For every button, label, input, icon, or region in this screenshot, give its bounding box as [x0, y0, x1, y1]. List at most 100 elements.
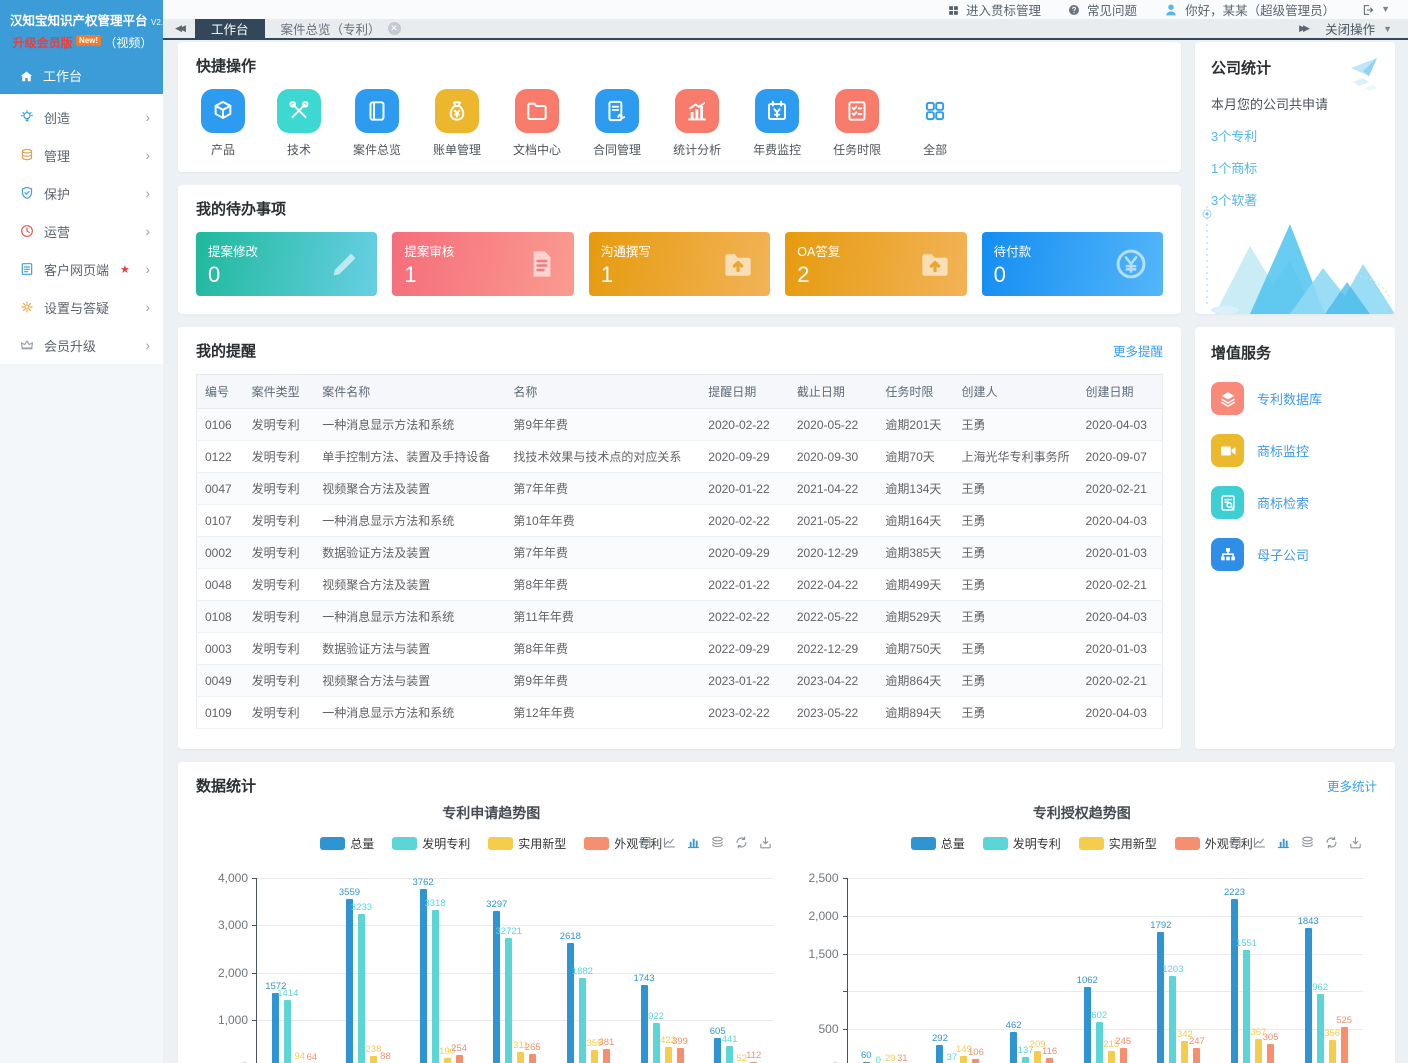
sidebar-item-7[interactable]: 会员升级› — [0, 326, 163, 364]
legend-item[interactable]: 总量 — [320, 835, 374, 852]
service-item-3[interactable]: 商标检索 — [1211, 486, 1379, 519]
quick-action-5[interactable]: 文档中心 — [508, 89, 566, 158]
close-operations-dropdown[interactable]: 关闭操作▼ — [1319, 19, 1408, 38]
table-cell: 发明专利 — [244, 473, 315, 505]
y-axis-label: 1,000 — [218, 1013, 248, 1027]
todo-card-5[interactable]: 待付款0 — [982, 232, 1163, 296]
legend-item[interactable]: 实用新型 — [1079, 835, 1157, 852]
restore-tool-icon[interactable] — [1324, 834, 1339, 850]
bar-总量-2015: 292 — [936, 1045, 943, 1063]
table-cell: 2023-02-22 — [700, 697, 789, 729]
todo-card-1[interactable]: 提案修改0 — [196, 232, 377, 296]
tabs-scroll-left-button[interactable]: ◀◀ — [163, 19, 195, 38]
table-row[interactable]: 0003发明专利数据验证方法与装置第8年年费2022-09-292022-12-… — [197, 633, 1163, 665]
sidebar-item-3[interactable]: 保护› — [0, 174, 163, 212]
reminders-table: 编号案件类型案件名称名称提醒日期截止日期任务时限创建人创建日期 0106发明专利… — [196, 374, 1163, 729]
quick-action-label: 全部 — [923, 141, 947, 158]
tasklist-icon — [844, 98, 870, 124]
chart-patent-grant-trend: 专利授权趋势图总量发明专利实用新型外观专利2,5002,0001,5005000… — [787, 800, 1378, 1063]
quick-action-10[interactable]: 全部 — [908, 89, 962, 158]
faq-link[interactable]: 常见问题 — [1067, 0, 1137, 19]
service-item-1[interactable]: 专利数据库 — [1211, 382, 1379, 415]
legend-item[interactable]: 实用新型 — [488, 835, 566, 852]
tab-case-overview[interactable]: 案件总览（专利）✕ — [265, 19, 417, 38]
bar-实用新型-2017: 215 — [1108, 1051, 1115, 1063]
download-tool-icon[interactable] — [1348, 834, 1363, 850]
linechart-tool-icon[interactable] — [1252, 834, 1267, 850]
download-icon — [758, 835, 773, 850]
logout-button[interactable]: ▼ — [1361, 2, 1390, 17]
table-row[interactable]: 0047发明专利视频聚合方法及装置第7年年费2020-01-222021-04-… — [197, 473, 1163, 505]
quick-action-9[interactable]: 任务时限 — [828, 89, 886, 158]
quick-action-6[interactable]: 合同管理 — [588, 89, 646, 158]
enter-standard-management-link[interactable]: 进入贯标管理 — [947, 0, 1041, 19]
sidebar-item-label: 会员升级 — [44, 336, 96, 355]
quick-action-1[interactable]: 产品 — [196, 89, 250, 158]
download-tool-icon[interactable] — [758, 834, 773, 850]
table-cell: 2020-12-29 — [789, 537, 878, 569]
sidebar-item-6[interactable]: 设置与答疑› — [0, 288, 163, 326]
todo-card-4[interactable]: OA答复2 — [785, 232, 966, 296]
linechart-tool-icon[interactable] — [662, 834, 677, 850]
more-reminders-link[interactable]: 更多提醒 — [1113, 341, 1163, 360]
quick-action-7[interactable]: 统计分析 — [668, 89, 726, 158]
service-item-4[interactable]: 母子公司 — [1211, 538, 1379, 571]
quick-action-2[interactable]: 技术 — [272, 89, 326, 158]
table-row[interactable]: 0002发明专利数据验证方法及装置第7年年费2020-09-292020-12-… — [197, 537, 1163, 569]
table-row[interactable]: 0048发明专利视频聚合方法及装置第8年年费2022-01-222022-04-… — [197, 569, 1163, 601]
table-row[interactable]: 0109发明专利一种消息显示方法和系统第12年年费2023-02-222023-… — [197, 697, 1163, 729]
quick-action-8[interactable]: 年费监控 — [748, 89, 806, 158]
table-row[interactable]: 0049发明专利视频聚合方法与装置第9年年费2023-01-222023-04-… — [197, 665, 1163, 697]
legend-item[interactable]: 发明专利 — [392, 835, 470, 852]
close-icon[interactable]: ✕ — [388, 22, 401, 35]
table-row[interactable]: 0108发明专利一种消息显示方法和系统第11年年费2022-02-222022-… — [197, 601, 1163, 633]
dataview-tool-icon[interactable] — [638, 834, 653, 850]
sidebar-item-5[interactable]: 客户网页端★› — [0, 250, 163, 288]
stack-tool-icon[interactable] — [710, 834, 725, 850]
barchart-tool-icon[interactable] — [1276, 834, 1291, 850]
tabs-scroll-right-button[interactable]: ▶▶ — [1287, 19, 1319, 38]
legend-label: 实用新型 — [518, 835, 566, 852]
tab-workbench[interactable]: 工作台 — [195, 19, 265, 38]
upgrade-member-link[interactable]: 升级会员版 — [13, 36, 73, 50]
sidebar-item-1[interactable]: 创造› — [0, 98, 163, 136]
company-stat-link-1[interactable]: 3个专利 — [1211, 126, 1379, 145]
bar-发明专利-2017: 32721 — [505, 938, 512, 1063]
y-axis-label: 2,000 — [218, 966, 248, 980]
user-menu[interactable]: 你好，某某（超级管理员） — [1163, 0, 1335, 19]
table-row[interactable]: 0122发明专利单手控制方法、装置及手持设备找技术效果与技术点的对应关系2020… — [197, 441, 1163, 473]
service-item-2[interactable]: 商标监控 — [1211, 434, 1379, 467]
sidebar-item-4[interactable]: 运营› — [0, 212, 163, 250]
table-cell: 2022-09-29 — [700, 633, 789, 665]
stack-tool-icon[interactable] — [1300, 834, 1315, 850]
legend-item[interactable]: 发明专利 — [983, 835, 1061, 852]
dataview-tool-icon[interactable] — [1228, 834, 1243, 850]
todo-card-3[interactable]: 沟通撰写1 — [589, 232, 770, 296]
video-link[interactable]: （视频） — [104, 36, 152, 50]
table-cell: 2020-04-03 — [1078, 409, 1163, 441]
table-cell: 2023-01-22 — [700, 665, 789, 697]
stack-icon — [710, 835, 725, 850]
restore-tool-icon[interactable] — [734, 834, 749, 850]
company-stat-link-2[interactable]: 1个商标 — [1211, 158, 1379, 177]
table-cell: 发明专利 — [244, 633, 315, 665]
table-cell: 第9年年费 — [505, 665, 700, 697]
barchart-tool-icon[interactable] — [686, 834, 701, 850]
table-row[interactable]: 0107发明专利一种消息显示方法和系统第10年年费2020-02-222021-… — [197, 505, 1163, 537]
bar-外观专利-2018: 247 — [1193, 1048, 1200, 1063]
table-cell: 2020-01-03 — [1078, 537, 1163, 569]
table-row[interactable]: 0106发明专利一种消息显示方法和系统第9年年费2020-02-222020-0… — [197, 409, 1163, 441]
sidebar-item-2[interactable]: 管理› — [0, 136, 163, 174]
bar-发明专利-2020: 962 — [1317, 994, 1324, 1063]
chart-patent-application-trend: 专利申请趋势图总量发明专利实用新型外观专利4,0003,0002,0001,00… — [196, 800, 787, 1063]
more-statistics-link[interactable]: 更多统计 — [1327, 776, 1377, 795]
bar-group: 329732721311265 — [478, 878, 552, 1063]
quick-action-3[interactable]: 案件总览 — [348, 89, 406, 158]
quick-action-4[interactable]: 账单管理 — [428, 89, 486, 158]
legend-item[interactable]: 总量 — [911, 835, 965, 852]
chevron-down-icon: ▼ — [1381, 4, 1390, 14]
sidebar-item-workbench[interactable]: 工作台 — [0, 57, 163, 94]
todo-card-2[interactable]: 提案审核1 — [392, 232, 573, 296]
bar-实用新型-2018: 355 — [591, 1050, 598, 1063]
bar-外观专利-2018: 381 — [603, 1049, 610, 1063]
